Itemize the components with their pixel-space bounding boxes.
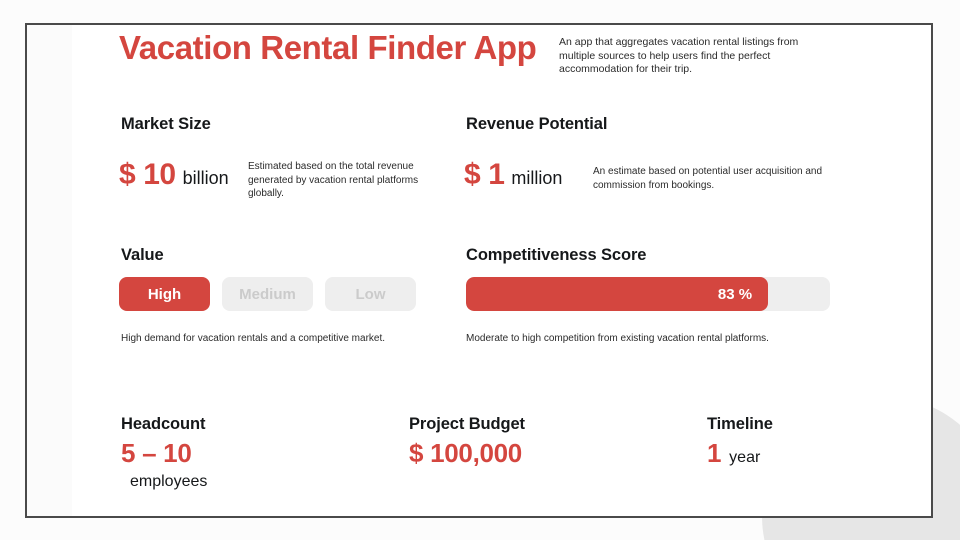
market-size-value: 10 xyxy=(143,158,176,191)
stat-headcount-value-row: 5 – 10 xyxy=(121,440,207,466)
revenue-potential-note: An estimate based on potential user acqu… xyxy=(593,166,823,191)
value-caption: High demand for vacation rentals and a c… xyxy=(121,333,386,344)
competitiveness-progress-track[interactable]: 83 % xyxy=(466,277,830,311)
stat-timeline-value-row: 1 year xyxy=(707,440,773,466)
market-size-unit: billion xyxy=(182,168,229,188)
slide-canvas: Vacation Rental Finder App An app that a… xyxy=(0,0,960,540)
revenue-potential-value: 1 xyxy=(488,158,505,191)
competitiveness-percent-label: 83 % xyxy=(717,285,753,303)
revenue-potential-unit: million xyxy=(511,168,563,188)
stat-timeline-value: 1 xyxy=(707,438,722,468)
page-description: An app that aggregates vacation rental l… xyxy=(559,36,799,75)
stat-headcount-value: 5 – 10 xyxy=(121,438,192,468)
stat-timeline: Timeline 1 year xyxy=(707,415,773,466)
value-option-low[interactable]: Low xyxy=(325,277,416,311)
market-size-note: Estimated based on the total revenue gen… xyxy=(248,161,419,199)
stat-timeline-label: Timeline xyxy=(707,415,773,433)
stat-project-budget-label: Project Budget xyxy=(409,415,525,433)
value-option-group: High Medium Low xyxy=(119,277,416,311)
revenue-potential-heading: Revenue Potential xyxy=(466,115,608,133)
stat-project-budget-value: $ 100,000 xyxy=(409,438,522,468)
competitiveness-progress-fill: 83 % xyxy=(466,277,769,311)
stat-timeline-unit: year xyxy=(729,449,761,466)
competitiveness-caption: Moderate to high competition from existi… xyxy=(466,333,769,344)
value-option-high[interactable]: High xyxy=(119,277,210,311)
market-size-metric: $ 10 billion xyxy=(119,160,229,190)
stat-headcount-label: Headcount xyxy=(121,415,206,433)
value-heading: Value xyxy=(121,246,164,264)
stat-project-budget-value-row: $ 100,000 xyxy=(409,440,525,466)
stat-headcount-unit: employees xyxy=(130,473,208,490)
revenue-potential-metric: $ 1 million xyxy=(464,160,562,190)
competitiveness-heading: Competitiveness Score xyxy=(466,246,647,264)
value-option-medium[interactable]: Medium xyxy=(222,277,313,311)
market-size-currency: $ xyxy=(119,158,136,191)
revenue-potential-currency: $ xyxy=(464,158,481,191)
stat-project-budget: Project Budget $ 100,000 xyxy=(409,415,525,466)
slide-content: Vacation Rental Finder App An app that a… xyxy=(0,0,960,540)
stat-headcount: Headcount 5 – 10 employees xyxy=(121,415,207,491)
market-size-heading: Market Size xyxy=(121,115,211,133)
page-title: Vacation Rental Finder App xyxy=(119,29,537,66)
